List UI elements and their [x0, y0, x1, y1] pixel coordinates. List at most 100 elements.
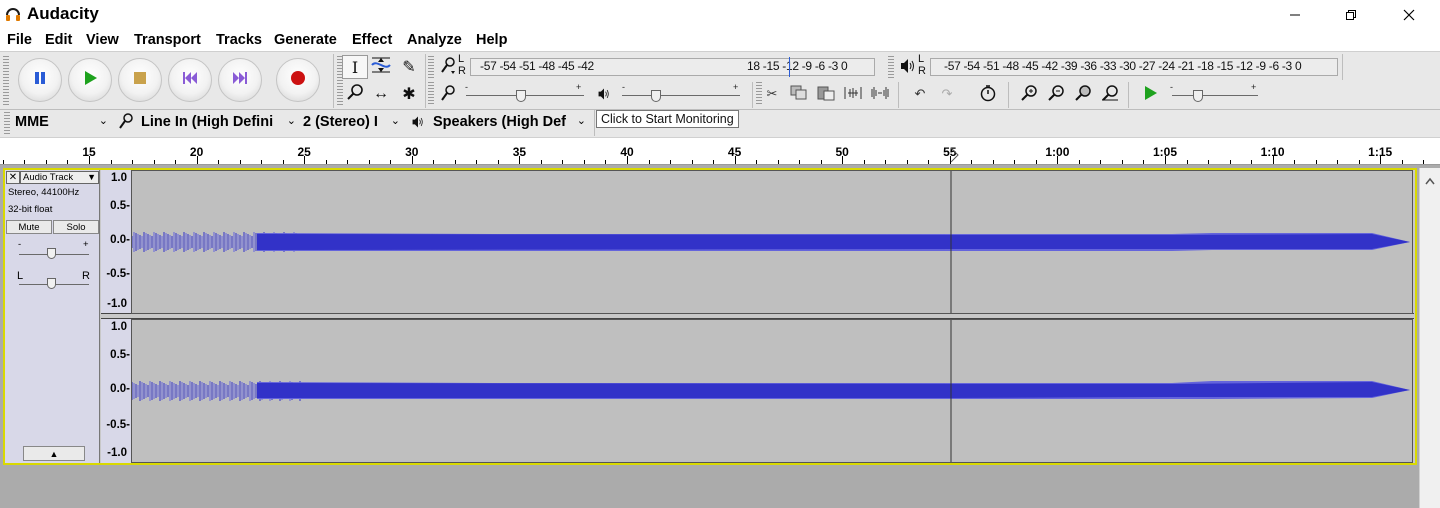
stop-button[interactable]: [118, 58, 162, 102]
ruler-tick: [692, 160, 693, 164]
fit-project-button[interactable]: [1098, 83, 1122, 105]
ruler-tick: [1359, 160, 1360, 164]
magnifier-icon: [346, 83, 364, 106]
ruler-tick: [455, 160, 456, 164]
ruler-tick: [1122, 160, 1123, 164]
menu-tracks[interactable]: Tracks: [216, 32, 262, 48]
ruler-tick: [993, 160, 994, 164]
ruler-tick: [412, 156, 413, 164]
paste-icon: [817, 85, 835, 104]
menu-generate[interactable]: Generate: [274, 32, 337, 48]
ruler-tick: [605, 160, 606, 164]
playback-meter-grip[interactable]: [888, 56, 894, 78]
scroll-up-icon[interactable]: [1425, 172, 1435, 185]
gain-max-label: +: [83, 239, 89, 250]
playback-volume-speaker-icon: [592, 83, 616, 105]
ruler-tick: [175, 160, 176, 164]
playback-device-select[interactable]: Speakers (High Def ⌄: [430, 111, 590, 133]
recording-channels-select[interactable]: 2 (Stereo) I ⌄: [300, 111, 404, 133]
ruler-tick: [1337, 160, 1338, 164]
selection-tool[interactable]: I: [342, 55, 368, 79]
playback-volume-track: [622, 95, 740, 96]
pencil-icon: ✎: [402, 59, 416, 76]
ruler-tick: [283, 160, 284, 164]
envelope-tool[interactable]: [368, 55, 394, 79]
menu-transport[interactable]: Transport: [134, 32, 201, 48]
skip-to-start-button[interactable]: [168, 58, 212, 102]
collapse-track-button[interactable]: ▲: [23, 446, 85, 461]
close-button[interactable]: [1386, 0, 1432, 30]
play-speed-slider[interactable]: [1193, 90, 1203, 102]
ruler-tick: [1316, 160, 1317, 164]
record-meter-right-label: R: [458, 65, 466, 77]
playback-meter-speaker-icon[interactable]: [896, 55, 920, 77]
gain-slider[interactable]: [47, 248, 56, 259]
scale-label: -1.0: [107, 447, 127, 459]
mute-button[interactable]: Mute: [6, 220, 52, 234]
play-button[interactable]: [68, 58, 112, 102]
left-channel-waveform[interactable]: [131, 170, 1413, 314]
menu-file[interactable]: File: [7, 32, 32, 48]
recording-volume-slider[interactable]: [516, 90, 526, 102]
pan-slider[interactable]: [47, 278, 56, 289]
ruler-tick: [670, 160, 671, 164]
chevron-down-icon: ⌄: [390, 115, 400, 127]
silence-button[interactable]: [868, 83, 892, 105]
mixer-toolbar-grip[interactable]: [428, 82, 434, 106]
toolbar-separator: [1128, 82, 1129, 108]
record-meter-microphone-icon[interactable]: [436, 55, 460, 77]
ruler-tick: [1208, 160, 1209, 164]
stopwatch-icon: [979, 84, 997, 105]
zoom-tool[interactable]: [342, 82, 368, 106]
sync-lock-button[interactable]: [976, 83, 1000, 105]
redo-button[interactable]: ↷: [935, 83, 959, 105]
zoom-in-button[interactable]: [1017, 83, 1041, 105]
zoom-out-icon: [1047, 84, 1065, 105]
skip-to-end-button[interactable]: [218, 58, 262, 102]
ruler-tick: [885, 160, 886, 164]
ruler-tick: [46, 160, 47, 164]
minimize-button[interactable]: [1272, 0, 1318, 30]
ruler-tick: [864, 160, 865, 164]
scale-label: 0.5-: [110, 349, 130, 361]
timeline-ruler[interactable]: 15 20 25 30 35 40 45 50 55 1:00 1:05 1:10 1:15: [0, 137, 1440, 165]
vertical-scrollbar[interactable]: [1419, 168, 1440, 508]
menu-view[interactable]: View: [86, 32, 119, 48]
pause-button[interactable]: [18, 58, 62, 102]
ruler-tick: [928, 160, 929, 164]
fit-selection-button[interactable]: [1071, 83, 1095, 105]
ruler-tick: [1165, 156, 1166, 164]
track-close-button[interactable]: ✕: [6, 171, 20, 184]
copy-button[interactable]: [787, 83, 811, 105]
right-channel-waveform[interactable]: [131, 319, 1413, 463]
record-meter-grip[interactable]: [428, 56, 434, 78]
device-toolbar-grip[interactable]: [4, 112, 10, 134]
time-shift-tool[interactable]: ↔: [368, 82, 394, 106]
skip-to-start-icon: [182, 71, 198, 90]
recording-device-select[interactable]: Line In (High Defini ⌄: [138, 111, 300, 133]
draw-tool[interactable]: ✎: [396, 55, 422, 79]
menu-analyze[interactable]: Analyze: [407, 32, 462, 48]
ruler-tick: [756, 160, 757, 164]
audio-host-select[interactable]: MME ⌄: [12, 111, 112, 133]
multi-tool[interactable]: ✱: [396, 82, 422, 106]
chevron-down-icon: ⌄: [576, 115, 586, 127]
menu-help[interactable]: Help: [476, 32, 507, 48]
record-button[interactable]: [276, 58, 320, 102]
cut-button[interactable]: ✂: [760, 83, 784, 105]
menu-effect[interactable]: Effect: [352, 32, 392, 48]
solo-button[interactable]: Solo: [53, 220, 99, 234]
transport-toolbar-grip[interactable]: [3, 56, 9, 106]
window-title: Audacity: [27, 4, 99, 23]
paste-button[interactable]: [814, 83, 838, 105]
zoom-out-button[interactable]: [1044, 83, 1068, 105]
play-at-speed-button[interactable]: [1138, 83, 1162, 105]
toolbar-separator: [752, 82, 753, 108]
trim-button[interactable]: [841, 83, 865, 105]
menu-edit[interactable]: Edit: [45, 32, 72, 48]
undo-button[interactable]: ↶: [908, 83, 932, 105]
chevron-down-icon: ⌄: [98, 115, 108, 127]
restore-button[interactable]: [1328, 0, 1374, 30]
track-name-menu[interactable]: Audio Track ▼: [20, 171, 99, 184]
playback-volume-slider[interactable]: [651, 90, 661, 102]
